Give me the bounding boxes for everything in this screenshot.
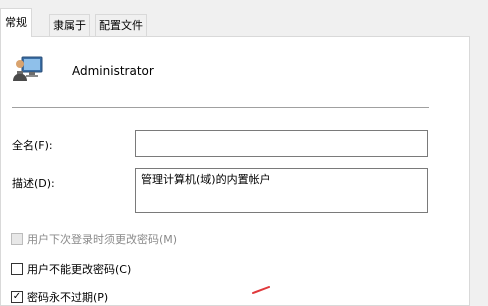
separator <box>12 107 429 108</box>
tab-profile[interactable]: 配置文件 <box>95 14 147 36</box>
tab-bar: 常规 隶属于 配置文件 <box>0 0 488 37</box>
tab-general-label: 常规 <box>5 16 27 29</box>
full-name-label: 全名(F): <box>12 139 53 152</box>
password-never-expires-checkbox[interactable]: ✓ 密码永不过期(P) <box>11 289 108 305</box>
checkbox-box <box>11 263 23 275</box>
user-computer-icon <box>13 56 43 81</box>
description-field[interactable]: 管理计算机(域)的内置帐户 <box>135 168 428 213</box>
must-change-password-checkbox[interactable]: 用户下次登录时须更改密码(M) <box>11 231 177 247</box>
cannot-change-password-label: 用户不能更改密码(C) <box>27 263 132 276</box>
must-change-password-label: 用户下次登录时须更改密码(M) <box>27 233 178 246</box>
description-label: 描述(D): <box>12 177 55 190</box>
tab-member-of-label: 隶属于 <box>53 19 86 32</box>
checkbox-box <box>11 233 23 245</box>
full-name-field[interactable] <box>135 130 428 157</box>
description-text: 管理计算机(域)的内置帐户 <box>141 173 271 186</box>
password-never-expires-label: 密码永不过期(P) <box>27 291 109 304</box>
red-annotation-mark <box>252 286 270 294</box>
user-name: Administrator <box>72 64 154 78</box>
tab-profile-label: 配置文件 <box>99 19 143 32</box>
cannot-change-password-checkbox[interactable]: 用户不能更改密码(C) <box>11 261 131 277</box>
tab-general[interactable]: 常规 <box>0 8 32 37</box>
checkbox-box: ✓ <box>11 291 23 303</box>
tab-member-of[interactable]: 隶属于 <box>49 14 90 36</box>
